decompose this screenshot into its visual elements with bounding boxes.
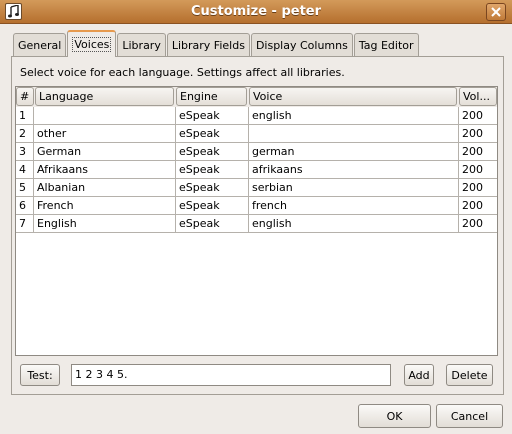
tab-display-columns[interactable]: Display Columns [250, 33, 353, 57]
cell-engine[interactable]: eSpeak [176, 125, 249, 143]
title-bar: Customize - peter [0, 0, 512, 24]
tab-label: Display Columns [255, 39, 348, 52]
delete-button[interactable]: Delete [446, 364, 493, 386]
cell-voice[interactable]: english [249, 215, 459, 233]
cell-volume[interactable]: 200 [459, 125, 497, 143]
table-row[interactable]: 4 Afrikaans eSpeak afrikaans 200 [16, 161, 497, 179]
tab-tag-editor[interactable]: Tag Editor [353, 33, 419, 57]
cell-number: 2 [16, 125, 34, 143]
table-row[interactable]: 6 French eSpeak french 200 [16, 197, 497, 215]
cell-language[interactable] [34, 107, 176, 125]
tab-label: Library [122, 39, 161, 52]
cell-language[interactable]: Afrikaans [34, 161, 176, 179]
cell-volume[interactable]: 200 [459, 215, 497, 233]
cell-engine[interactable]: eSpeak [176, 179, 249, 197]
cell-volume[interactable]: 200 [459, 197, 497, 215]
instruction-text: Select voice for each language. Settings… [20, 66, 345, 79]
tab-bar: General Voices Library Library Fields Di… [13, 30, 420, 57]
cell-number: 1 [16, 107, 34, 125]
cell-language[interactable]: Albanian [34, 179, 176, 197]
cell-voice[interactable]: english [249, 107, 459, 125]
cell-engine[interactable]: eSpeak [176, 197, 249, 215]
tab-library-fields[interactable]: Library Fields [166, 33, 250, 57]
tab-label: Tag Editor [358, 39, 414, 52]
test-text-input[interactable]: 1 2 3 4 5. [71, 364, 391, 386]
cell-number: 7 [16, 215, 34, 233]
tab-label: General [18, 39, 62, 52]
tab-voices[interactable]: Voices [67, 30, 117, 57]
cell-language[interactable]: German [34, 143, 176, 161]
cell-number: 5 [16, 179, 34, 197]
window-title: Customize - peter [190, 4, 322, 19]
table-row[interactable]: 3 German eSpeak german 200 [16, 143, 497, 161]
add-button[interactable]: Add [404, 364, 434, 386]
cell-voice[interactable]: french [249, 197, 459, 215]
cell-voice[interactable]: serbian [249, 179, 459, 197]
voices-table[interactable]: # Language Engine Voice Vol... 1 eSpeak … [15, 86, 498, 356]
close-button[interactable] [486, 3, 506, 21]
cancel-button[interactable]: Cancel [436, 404, 503, 428]
voices-panel: Select voice for each language. Settings… [11, 56, 504, 395]
tab-library[interactable]: Library [117, 33, 166, 57]
table-header: # Language Engine Voice Vol... [16, 87, 497, 107]
cell-engine[interactable]: eSpeak [176, 215, 249, 233]
cell-engine[interactable]: eSpeak [176, 107, 249, 125]
close-icon [491, 7, 501, 17]
cell-number: 3 [16, 143, 34, 161]
cell-volume[interactable]: 200 [459, 161, 497, 179]
cell-voice[interactable]: german [249, 143, 459, 161]
cell-volume[interactable]: 200 [459, 143, 497, 161]
column-header-voice[interactable]: Voice [249, 87, 457, 106]
tab-general[interactable]: General [13, 33, 67, 57]
table-row[interactable]: 7 English eSpeak english 200 [16, 215, 497, 233]
table-row[interactable]: 1 eSpeak english 200 [16, 107, 497, 125]
cell-volume[interactable]: 200 [459, 107, 497, 125]
column-header-language[interactable]: Language [35, 87, 174, 106]
tab-label: Library Fields [171, 39, 245, 52]
column-header-engine[interactable]: Engine [176, 87, 247, 106]
cell-number: 6 [16, 197, 34, 215]
cell-language[interactable]: other [34, 125, 176, 143]
column-header-volume[interactable]: Vol... [459, 87, 497, 106]
cell-volume[interactable]: 200 [459, 179, 497, 197]
ok-button[interactable]: OK [358, 404, 431, 428]
column-header-number[interactable]: # [16, 87, 34, 106]
table-row[interactable]: 2 other eSpeak 200 [16, 125, 497, 143]
cell-voice[interactable]: afrikaans [249, 161, 459, 179]
cell-number: 4 [16, 161, 34, 179]
cell-language[interactable]: French [34, 197, 176, 215]
test-button[interactable]: Test: [20, 364, 60, 386]
cell-engine[interactable]: eSpeak [176, 143, 249, 161]
tab-label: Voices [72, 37, 112, 52]
cell-engine[interactable]: eSpeak [176, 161, 249, 179]
cell-language[interactable]: English [34, 215, 176, 233]
table-row[interactable]: 5 Albanian eSpeak serbian 200 [16, 179, 497, 197]
cell-voice[interactable] [249, 125, 459, 143]
